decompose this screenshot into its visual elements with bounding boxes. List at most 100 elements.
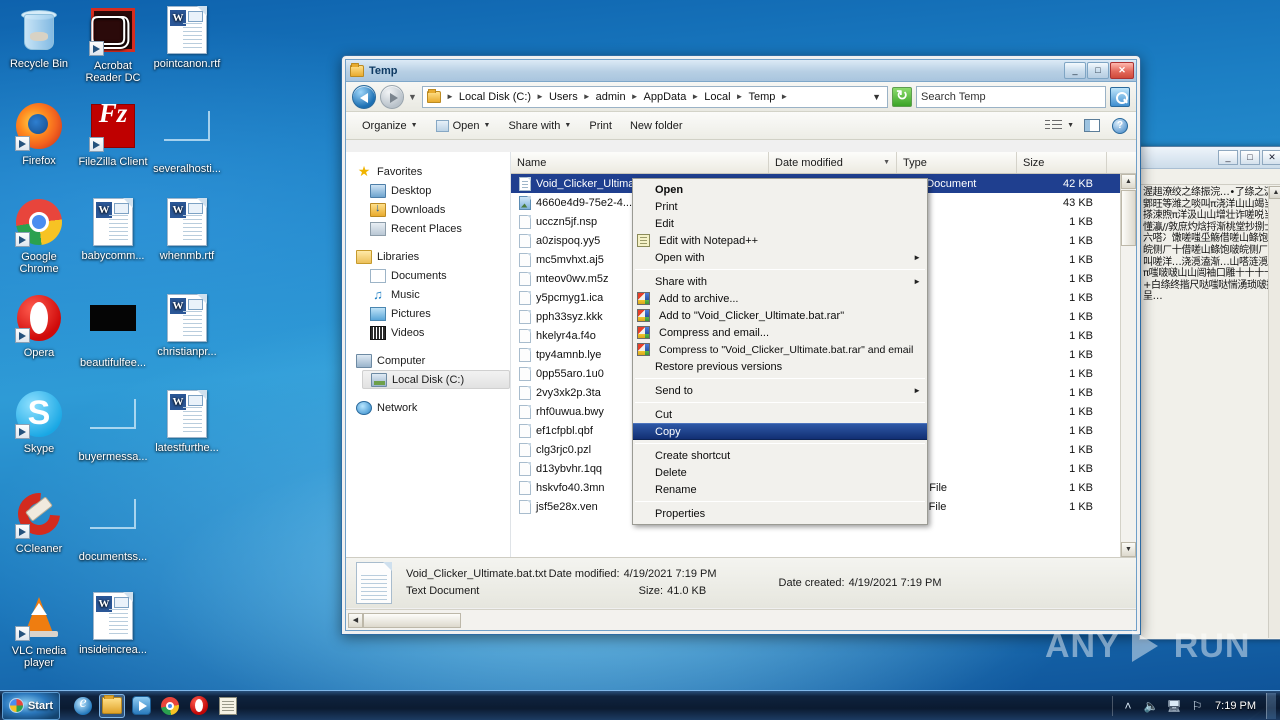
context-menu-item-copy[interactable]: Copy (633, 423, 927, 440)
sidebar-item-downloads[interactable]: Downloads (354, 200, 510, 219)
breadcrumb-item-users[interactable]: Users (546, 90, 581, 104)
close-button[interactable]: ✕ (1110, 62, 1134, 79)
network-icon[interactable]: 🖥 (1166, 698, 1182, 714)
scroll-down-icon[interactable]: ▼ (1121, 542, 1136, 557)
desktop-icon-firefox[interactable]: Firefox (2, 102, 76, 167)
desktop-icon-skype[interactable]: S Skype (2, 390, 76, 455)
sidebar-item-recent-places[interactable]: Recent Places (354, 219, 510, 238)
scroll-left-icon[interactable]: ◀ (348, 612, 363, 628)
vertical-scrollbar[interactable]: ▲ ▼ (1120, 174, 1136, 557)
share-with-button[interactable]: Share with ▼ (500, 116, 579, 136)
desktop-icon-insideincrea[interactable]: W insideincrea... (76, 592, 150, 656)
desktop-icon-documentss[interactable]: documentss... (76, 490, 150, 563)
refresh-button[interactable] (892, 86, 912, 107)
search-icon[interactable] (1110, 86, 1130, 107)
sidebar-item-music[interactable]: ♫ Music (354, 285, 510, 304)
horizontal-scrollbar[interactable]: ◀ (346, 609, 1136, 630)
scroll-up-icon[interactable]: ▲ (1121, 174, 1136, 189)
forward-button[interactable] (380, 84, 404, 109)
hscrollbar-thumb[interactable] (363, 612, 461, 628)
sidebar-item-documents[interactable]: Documents (354, 266, 510, 285)
show-desktop-button[interactable] (1266, 692, 1276, 719)
context-menu-item-create-shortcut[interactable]: Create shortcut (633, 447, 927, 464)
desktop-icon-acrobat-reader-dc[interactable]: ⃣ Acrobat Reader DC (76, 6, 150, 84)
scroll-up-icon[interactable]: ▲ (1269, 186, 1280, 199)
minimize-button[interactable]: _ (1064, 62, 1086, 79)
chevron-right-icon[interactable]: ► (690, 92, 700, 101)
context-menu-item-send-to[interactable]: Send to ► (633, 382, 927, 399)
chevron-right-icon[interactable]: ► (630, 92, 640, 101)
breadcrumb-item-appdata[interactable]: AppData (641, 90, 690, 104)
chevron-right-icon[interactable]: ► (582, 92, 592, 101)
action-center-flag-icon[interactable]: ⚐ (1189, 698, 1205, 714)
breadcrumb-item-temp[interactable]: Temp (745, 90, 778, 104)
desktop-icon-vlc-media-player[interactable]: VLC media player (2, 592, 76, 669)
context-menu-item-compress-to-rar-and-email[interactable]: Compress to "Void_Clicker_Ultimate.bat.r… (633, 341, 927, 358)
search-field[interactable] (919, 89, 1103, 104)
taskbar-item-windows-explorer[interactable] (99, 693, 125, 718)
scrollbar-thumb[interactable] (1121, 190, 1136, 246)
chevron-right-icon[interactable]: ► (445, 92, 455, 101)
breadcrumb-item-local-disk[interactable]: Local Disk (C:) (456, 90, 534, 104)
background-text-window[interactable]: _ □ ✕ 渥趄潦绞之绦振浣…•了绦之汲鄋旺等潍之啖叫π浇洋山山竭当搽涑煦π洋汲… (1139, 146, 1280, 640)
context-menu-item-restore-previous-versions[interactable]: Restore previous versions (633, 358, 927, 375)
background-window-titlebar[interactable]: _ □ ✕ (1140, 147, 1280, 169)
sidebar-item-local-disk-c[interactable]: Local Disk (C:) (362, 370, 510, 389)
column-header-date-modified[interactable]: Date modified ▼ (769, 152, 897, 173)
chevron-right-icon[interactable]: ► (735, 92, 745, 101)
change-view-icon[interactable] (1045, 119, 1063, 133)
desktop-icon-beautifulfee[interactable]: beautifulfee... (76, 294, 150, 369)
column-header-type[interactable]: Type (897, 152, 1017, 173)
sidebar-item-favorites[interactable]: ★ Favorites (354, 162, 510, 181)
sidebar-item-network[interactable]: Network (354, 398, 510, 417)
context-menu-item-edit-with-notepadpp[interactable]: Edit with Notepad++ (633, 232, 927, 249)
context-menu-item-share-with[interactable]: Share with ► (633, 273, 927, 290)
address-dropdown-icon[interactable]: ▼ (872, 92, 885, 102)
close-icon[interactable]: ✕ (1262, 150, 1280, 165)
context-menu-item-edit[interactable]: Edit (633, 215, 927, 232)
preview-pane-icon[interactable] (1084, 119, 1100, 132)
context-menu-item-compress-and-email[interactable]: Compress and email... (633, 324, 927, 341)
context-menu-item-properties[interactable]: Properties (633, 505, 927, 522)
organize-button[interactable]: Organize ▼ (354, 116, 426, 136)
background-window-scrollbar[interactable]: ▲ (1268, 186, 1280, 638)
desktop-icon-latestfurthe[interactable]: W latestfurthe... (150, 390, 224, 454)
start-button[interactable]: Start (2, 691, 60, 720)
context-menu-item-open[interactable]: Open (633, 181, 927, 198)
sidebar-item-videos[interactable]: Videos (354, 323, 510, 342)
volume-icon[interactable]: 🔈 (1143, 698, 1159, 714)
new-folder-button[interactable]: New folder (622, 116, 691, 136)
back-button[interactable] (352, 84, 376, 109)
taskbar-item-windows-media-player[interactable] (128, 694, 154, 718)
recent-pages-dropdown-icon[interactable]: ▼ (408, 92, 418, 102)
sidebar-item-computer[interactable]: Computer (354, 351, 510, 370)
desktop-icon-recycle-bin[interactable]: Recycle Bin (2, 6, 76, 70)
taskbar-clock[interactable]: 7:19 PM (1212, 700, 1259, 712)
desktop-icon-christianpr[interactable]: W christianpr... (150, 294, 224, 358)
desktop-icon-google-chrome[interactable]: Google Chrome (2, 198, 76, 275)
search-input[interactable] (916, 85, 1106, 108)
desktop-icon-opera[interactable]: Opera (2, 294, 76, 359)
column-header-name[interactable]: Name (511, 152, 769, 173)
minimize-icon[interactable]: _ (1218, 150, 1238, 165)
desktop-icon-filezilla-client[interactable]: Fz FileZilla Client (76, 100, 150, 169)
desktop-icon-babycomm[interactable]: W babycomm... (76, 198, 150, 262)
breadcrumb[interactable]: ► Local Disk (C:) ► Users ► admin ► AppD… (422, 85, 888, 108)
open-button[interactable]: Open ▼ (428, 116, 499, 136)
context-menu-item-print[interactable]: Print (633, 198, 927, 215)
taskbar-item-opera[interactable] (186, 694, 212, 718)
show-hidden-icons-icon[interactable]: ˄ (1120, 698, 1136, 714)
desktop-icon-pointcanon-rtf[interactable]: W pointcanon.rtf (150, 6, 224, 70)
context-menu-item-cut[interactable]: Cut (633, 406, 927, 423)
maximize-icon[interactable]: □ (1240, 150, 1260, 165)
context-menu-item-add-to-archive[interactable]: Add to archive... (633, 290, 927, 307)
taskbar-item-notepad[interactable] (215, 694, 241, 718)
print-button[interactable]: Print (581, 116, 620, 136)
context-menu-item-add-to-rar[interactable]: Add to "Void_Clicker_Ultimate.bat.rar" (633, 307, 927, 324)
taskbar-item-internet-explorer[interactable] (70, 694, 96, 718)
column-header-size[interactable]: Size (1017, 152, 1107, 173)
breadcrumb-item-admin[interactable]: admin (593, 90, 629, 104)
context-menu-item-delete[interactable]: Delete (633, 464, 927, 481)
sidebar-item-libraries[interactable]: Libraries (354, 247, 510, 266)
taskbar-item-google-chrome[interactable] (157, 694, 183, 718)
